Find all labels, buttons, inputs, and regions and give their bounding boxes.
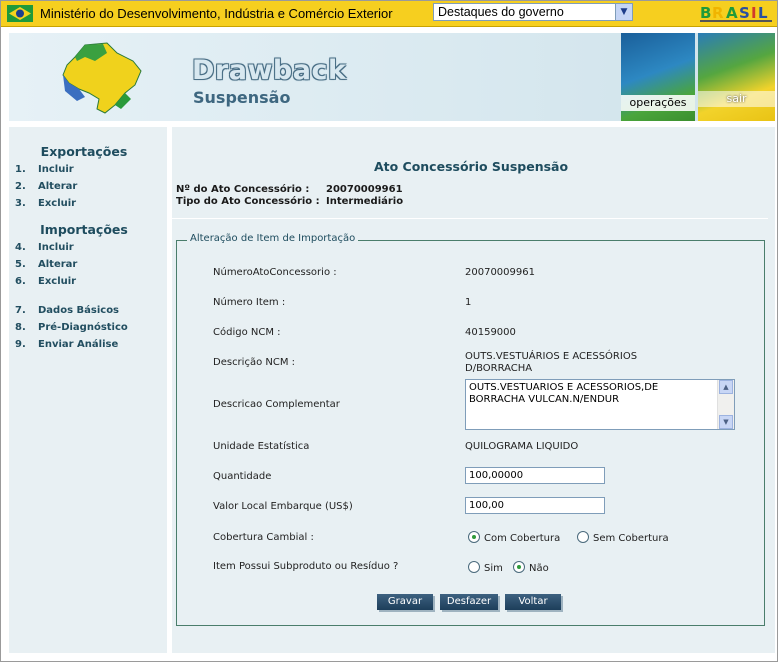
nav-number: 7. [15,305,26,316]
quantidade-input[interactable]: 100,00000 [465,467,605,484]
sidebar-item-dados-basicos[interactable]: 7. Dados Básicos [15,305,119,316]
nao-radio[interactable] [513,561,525,573]
sidebar-item-enviar-analise[interactable]: 9. Enviar Análise [15,339,118,350]
textarea-line: OUTS.VESTUARIOS E ACESSORIOS,DE [469,382,659,393]
descricao-ncm-line1: OUTS.VESTUÁRIOS E ACESSÓRIOS [465,351,638,362]
tipo-label: Tipo do Ato Concessório : [176,196,320,207]
valor-embarque-input[interactable]: 100,00 [465,497,605,514]
brazil-map-icon [62,42,142,114]
sem-cobertura-radio[interactable] [577,531,589,543]
numero-ato-value: 20070009961 [465,267,535,278]
descricao-ncm-label: Descrição NCM : [213,357,296,368]
destaques-select[interactable]: Destaques do governo ▼ [433,3,633,21]
exportacoes-title: Exportações [40,144,128,159]
nav-number: 6. [15,276,26,287]
nav-label: Pré-Diagnóstico [38,322,128,333]
numero-ato-label: NúmeroAtoConcessorio : [213,267,337,278]
svg-text:R: R [712,4,724,22]
divider [172,218,768,219]
subproduto-label: Item Possui Subproduto ou Resíduo ? [213,561,399,572]
descricao-complementar-textarea[interactable]: OUTS.VESTUARIOS E ACESSORIOS,DE BORRACHA… [465,379,735,430]
sidebar: Exportações 1. Incluir 2. Alterar 3. Exclui… [9,127,167,653]
unidade-value: QUILOGRAMA LIQUIDO [465,441,579,452]
operacoes-button[interactable]: operações [621,33,695,121]
com-cobertura-label[interactable]: Com Cobertura [484,533,560,544]
cobertura-label: Cobertura Cambial : [213,532,314,543]
nav-number: 1. [15,164,26,175]
sidebar-item-imp-alterar[interactable]: 5. Alterar [15,259,77,270]
banner-title: Drawback [192,55,347,86]
sair-label: sair [698,91,775,107]
nav-number: 4. [15,242,26,253]
tipo-value: Intermediário [326,196,404,207]
chevron-down-icon[interactable]: ▼ [615,4,632,20]
sem-cobertura-label[interactable]: Sem Cobertura [593,533,669,544]
numero-item-value: 1 [465,297,472,308]
ministry-title: Ministério do Desenvolvimento, Indústria… [40,6,393,21]
nav-label: Enviar Análise [38,339,119,350]
nav-number: 5. [15,259,26,270]
nav-number: 3. [15,198,26,209]
desfazer-button[interactable]: Desfazer [440,594,498,610]
banner-subtitle: Suspensão [193,88,291,107]
scroll-down-icon[interactable]: ▼ [719,415,733,429]
sidebar-item-pre-diagnostico[interactable]: 8. Pré-Diagnóstico [15,322,128,333]
descricao-complementar-label: Descricao Complementar [213,399,340,410]
ato-info-row: Nº do Ato Concessório : 20070009961 [176,184,403,195]
nav-number: 2. [15,181,26,192]
operacoes-label: operações [621,95,695,111]
nav-label: Dados Básicos [38,305,120,316]
page-frame: Ministério do Desenvolvimento, Indústria… [0,0,778,662]
descricao-ncm-line2: D/BORRACHA [465,363,533,374]
ato-value: 20070009961 [326,184,403,195]
nav-label: Excluir [38,198,77,209]
svg-text:S: S [739,4,750,22]
nav-label: Incluir [38,242,74,253]
nav-label: Alterar [38,259,78,270]
codigo-ncm-value: 40159000 [465,327,516,338]
sim-label[interactable]: Sim [484,563,503,574]
codigo-ncm-label: Código NCM : [213,327,281,338]
destaques-select-value: Destaques do governo [438,5,564,19]
sidebar-item-exp-excluir[interactable]: 3. Excluir [15,198,76,209]
com-cobertura-radio[interactable] [468,531,480,543]
svg-text:I: I [751,4,757,22]
ato-label: Nº do Ato Concessório : [176,184,310,195]
page-title: Ato Concessório Suspensão [373,159,569,174]
item-importacao-fieldset: Alteração de Item de Importação NúmeroAt… [176,233,765,626]
fieldset-legend: Alteração de Item de Importação [187,233,359,244]
sidebar-item-exp-incluir[interactable]: 1. Incluir [15,164,74,175]
nao-label[interactable]: Não [529,563,549,574]
textarea-line: BORRACHA VULCAN.N/ENDUR [469,394,620,405]
importacoes-title: Importações [40,222,128,237]
svg-text:B: B [700,4,711,22]
quantidade-label: Quantidade [213,471,272,482]
unidade-label: Unidade Estatística [213,441,310,452]
gravar-button[interactable]: Gravar [377,594,433,610]
numero-item-label: Número Item : [213,297,286,308]
main-panel: Ato Concessório Suspensão Nº do Ato Conc… [172,127,775,653]
sim-radio[interactable] [468,561,480,573]
scroll-up-icon[interactable]: ▲ [719,380,733,394]
header-banner: Drawback Suspensão operações sair [9,33,775,121]
voltar-button[interactable]: Voltar [505,594,561,610]
brazil-flag-icon [7,5,33,22]
sidebar-item-imp-incluir[interactable]: 4. Incluir [15,242,74,253]
svg-text:A: A [726,4,738,22]
sair-button[interactable]: sair [698,33,775,121]
nav-label: Excluir [38,276,77,287]
nav-label: Incluir [38,164,74,175]
brasil-logo[interactable]: B R A S I L [698,3,774,24]
sidebar-item-exp-alterar[interactable]: 2. Alterar [15,181,77,192]
valor-embarque-label: Valor Local Embarque (US$) [213,501,353,512]
svg-text:L: L [758,4,768,22]
textarea-scrollbar[interactable]: ▲ ▼ [717,380,734,429]
tipo-info-row: Tipo do Ato Concessório : Intermediário [176,196,403,207]
gov-bar: Ministério do Desenvolvimento, Indústria… [1,1,777,27]
nav-number: 8. [15,322,26,333]
sidebar-item-imp-excluir[interactable]: 6. Excluir [15,276,76,287]
nav-label: Alterar [38,181,78,192]
nav-number: 9. [15,339,26,350]
